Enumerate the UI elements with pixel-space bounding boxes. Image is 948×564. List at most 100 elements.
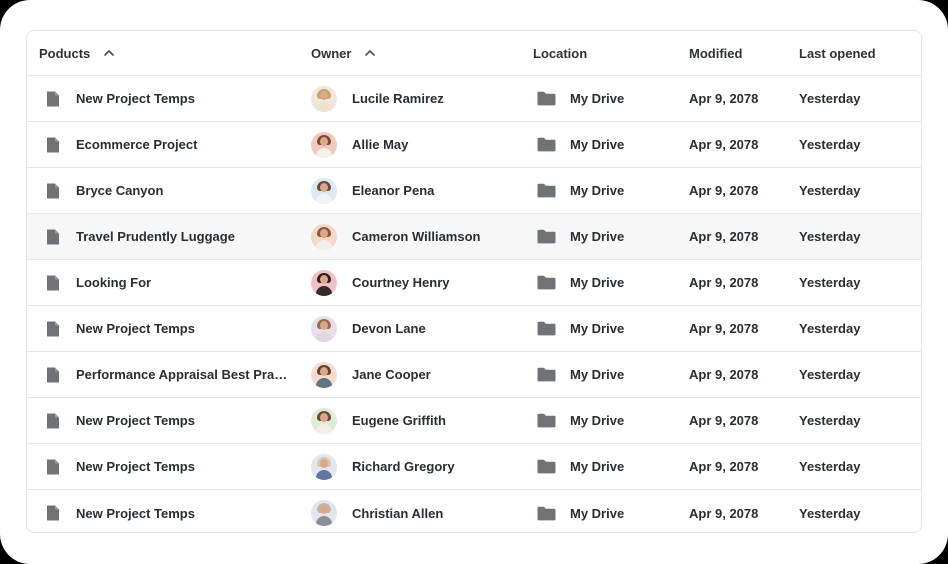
chevron-up-icon[interactable] [363,46,377,60]
modified-date: Apr 9, 2078 [689,137,759,152]
owner-name: Eleanor Pena [352,183,435,198]
file-icon [47,459,59,474]
folder-icon [537,459,556,474]
location-cell[interactable]: My Drive [533,444,683,489]
last-opened-cell: Yesterday [799,490,909,532]
file-name: New Project Temps [76,459,195,474]
file-name: New Project Temps [76,91,195,106]
table-row[interactable]: New Project Temps Christian Allen My Drive… [27,490,921,532]
table-row[interactable]: Looking For Courtney Henry My Drive Apr 9, … [27,260,921,306]
file-name-cell[interactable]: New Project Temps [39,76,309,121]
table-row[interactable]: Ecommerce Project Allie May My Drive Apr 9,… [27,122,921,168]
column-header-location[interactable]: Location [533,31,683,75]
folder-icon [537,367,556,382]
table-row[interactable]: Bryce Canyon Eleanor Pena My Drive Apr 9, 2… [27,168,921,214]
folder-icon [537,275,556,290]
owner-name: Allie May [352,137,409,152]
avatar [311,177,337,204]
modified-cell: Apr 9, 2078 [689,122,793,167]
modified-date: Apr 9, 2078 [689,91,759,106]
owner-name: Lucile Ramirez [352,91,444,106]
last-opened-cell: Yesterday [799,76,909,121]
owner-name: Devon Lane [352,321,426,336]
owner-cell: Richard Gregory [311,444,517,489]
last-opened-value: Yesterday [799,321,861,336]
file-icon [47,321,59,336]
owner-name: Courtney Henry [352,275,450,290]
location-cell[interactable]: My Drive [533,122,683,167]
location-label: My Drive [570,229,625,244]
table-row[interactable]: New Project Temps Eugene Griffith My Drive… [27,398,921,444]
owner-cell: Allie May [311,122,517,167]
file-name-cell[interactable]: Bryce Canyon [39,168,309,213]
column-header-modified[interactable]: Modified [689,31,793,75]
modified-date: Apr 9, 2078 [689,367,759,382]
owner-cell: Eugene Griffith [311,398,517,443]
owner-cell: Jane Cooper [311,352,517,397]
last-opened-value: Yesterday [799,137,861,152]
column-header-modified-label: Modified [689,45,743,61]
location-cell[interactable]: My Drive [533,306,683,351]
file-name-cell[interactable]: Looking For [39,260,309,305]
location-cell[interactable]: My Drive [533,76,683,121]
last-opened-cell: Yesterday [799,352,909,397]
last-opened-cell: Yesterday [799,306,909,351]
file-name-cell[interactable]: New Project Temps [39,398,309,443]
modified-cell: Apr 9, 2078 [689,352,793,397]
file-icon [47,413,59,428]
avatar [311,500,337,526]
window-frame: Poducts Owner Location Modified Last ope… [0,0,948,564]
location-label: My Drive [570,459,625,474]
file-icon [47,505,59,521]
owner-cell: Devon Lane [311,306,517,351]
table-row[interactable]: New Project Temps Devon Lane My Drive Apr 9… [27,306,921,352]
file-name-cell[interactable]: Performance Appraisal Best Prac... [39,352,309,397]
files-table: Poducts Owner Location Modified Last ope… [26,30,922,533]
file-name-cell[interactable]: New Project Temps [39,306,309,351]
table-row[interactable]: New Project Temps Richard Gregory My Drive… [27,444,921,490]
last-opened-cell: Yesterday [799,398,909,443]
location-label: My Drive [570,367,625,382]
table-row[interactable]: Performance Appraisal Best Prac... Jane C… [27,352,921,398]
file-name: New Project Temps [76,413,195,428]
location-cell[interactable]: My Drive [533,168,683,213]
column-header-owner[interactable]: Owner [311,31,517,75]
column-header-last-opened[interactable]: Last opened [799,31,909,75]
chevron-up-icon[interactable] [102,46,116,60]
folder-icon [537,137,556,152]
owner-cell: Cameron Williamson [311,214,517,259]
file-name-cell[interactable]: New Project Temps [39,490,309,532]
owner-cell: Courtney Henry [311,260,517,305]
avatar [311,269,337,296]
folder-icon [537,91,556,106]
last-opened-value: Yesterday [799,229,861,244]
modified-date: Apr 9, 2078 [689,459,759,474]
file-name-cell[interactable]: Travel Prudently Luggage [39,214,309,259]
location-label: My Drive [570,321,625,336]
column-header-last-opened-label: Last opened [799,45,876,61]
modified-date: Apr 9, 2078 [689,413,759,428]
folder-icon [537,183,556,198]
last-opened-value: Yesterday [799,459,861,474]
location-label: My Drive [570,505,625,521]
modified-cell: Apr 9, 2078 [689,260,793,305]
file-name-cell[interactable]: New Project Temps [39,444,309,489]
column-header-products[interactable]: Poducts [39,31,309,75]
table-row[interactable]: New Project Temps Lucile Ramirez My Drive A… [27,76,921,122]
file-name: Ecommerce Project [76,137,198,152]
file-name: Travel Prudently Luggage [76,229,235,244]
modified-date: Apr 9, 2078 [689,183,759,198]
last-opened-value: Yesterday [799,505,861,521]
file-name-cell[interactable]: Ecommerce Project [39,122,309,167]
location-cell[interactable]: My Drive [533,260,683,305]
location-cell[interactable]: My Drive [533,398,683,443]
location-cell[interactable]: My Drive [533,490,683,532]
location-label: My Drive [570,275,625,290]
file-icon [47,91,59,106]
last-opened-value: Yesterday [799,275,861,290]
table-row[interactable]: Travel Prudently Luggage Cameron Williams… [27,214,921,260]
file-name: Performance Appraisal Best Prac... [76,367,291,382]
location-cell[interactable]: My Drive [533,214,683,259]
location-cell[interactable]: My Drive [533,352,683,397]
file-name: Bryce Canyon [76,183,164,198]
